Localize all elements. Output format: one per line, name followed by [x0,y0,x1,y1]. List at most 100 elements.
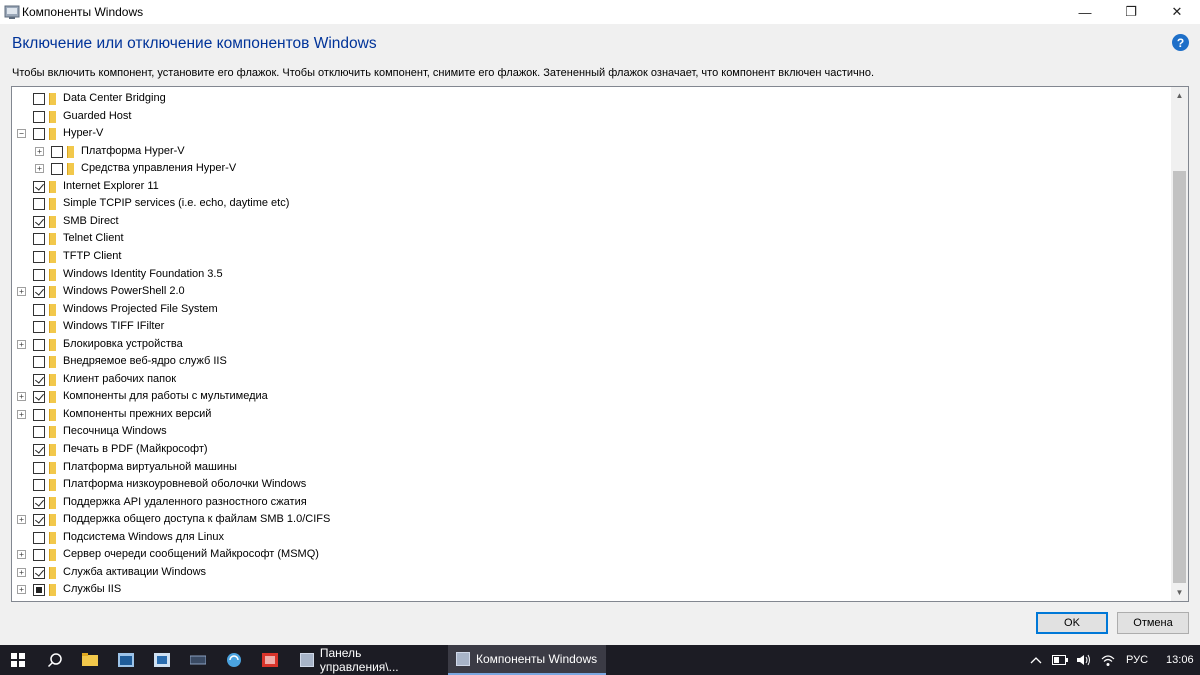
tree-row[interactable]: + Службы IIS [12,581,1172,599]
expand-plus-icon[interactable]: + [17,567,26,577]
tree-row[interactable]: + Компоненты прежних версий [12,406,1172,424]
feature-label[interactable]: Платформа виртуальной машины [63,461,237,473]
feature-label[interactable]: Поддержка общего доступа к файлам SMB 1.… [63,513,330,525]
feature-checkbox[interactable] [33,215,45,228]
tree-row[interactable]: Windows TIFF IFilter [12,318,1172,336]
feature-label[interactable]: Hyper-V [63,127,103,139]
feature-label[interactable]: Windows Projected File System [63,303,218,315]
feature-checkbox[interactable] [33,408,45,421]
feature-label[interactable]: Клиент рабочих папок [63,373,176,385]
pinned-app-5-taskbar-button[interactable] [254,645,286,675]
tree-row[interactable]: Guarded Host [12,108,1172,126]
feature-label[interactable]: Подсистема Windows для Linux [63,531,224,543]
feature-checkbox[interactable] [33,444,45,456]
feature-label[interactable]: Windows Identity Foundation 3.5 [63,268,223,280]
tree-row[interactable]: + Компоненты для работы с мультимедиа [12,388,1172,406]
tree-row[interactable]: TFTP Client [12,248,1172,266]
feature-label[interactable]: Службы IIS [63,583,121,595]
collapse-minus-icon[interactable]: − [17,129,26,139]
tree-row[interactable]: Платформа виртуальной машины [12,459,1172,477]
feature-label[interactable]: Служба активации Windows [63,566,206,578]
feature-label[interactable]: Компоненты прежних версий [63,408,211,420]
features-tree[interactable]: ▲ ▼ Data Center Bridging Guarded Host − Hyp… [11,86,1189,602]
feature-checkbox[interactable] [33,321,45,334]
feature-label[interactable]: Data Center Bridging [63,92,166,104]
feature-label[interactable]: Платформа низкоуровневой оболочки Window… [63,478,306,490]
feature-checkbox[interactable] [33,128,45,141]
cancel-button[interactable]: Отмена [1117,612,1189,634]
search-button[interactable] [38,645,72,675]
tree-row[interactable]: Windows Identity Foundation 3.5 [12,266,1172,284]
volume-icon[interactable] [1076,654,1092,666]
feature-checkbox[interactable] [33,461,45,474]
feature-checkbox[interactable] [33,180,45,193]
scroll-up-arrow-icon[interactable]: ▲ [1171,87,1188,104]
feature-label[interactable]: Блокировка устройства [63,338,183,350]
scroll-thumb[interactable] [1173,171,1186,583]
language-indicator[interactable]: РУС [1126,654,1148,666]
tree-row[interactable]: Печать в PDF (Майкрософт) [12,441,1172,459]
tree-row[interactable]: + Сервер очереди сообщений Майкрософт (MS… [12,546,1172,564]
tree-row[interactable]: + Служба активации Windows [12,564,1172,582]
feature-label[interactable]: Песочница Windows [63,425,167,437]
scroll-down-arrow-icon[interactable]: ▼ [1171,584,1188,601]
pinned-app-4-taskbar-button[interactable] [218,645,250,675]
feature-label[interactable]: Поддержка API удаленного разностного сжа… [63,496,307,508]
feature-checkbox[interactable] [51,145,63,158]
tree-row[interactable]: Windows Projected File System [12,301,1172,319]
feature-checkbox[interactable] [33,233,45,246]
tree-row[interactable]: Data Center Bridging [12,90,1172,108]
feature-checkbox[interactable] [33,391,45,404]
feature-checkbox[interactable] [33,303,45,316]
feature-checkbox[interactable] [33,531,45,544]
tree-row[interactable]: + Блокировка устройства [12,336,1172,354]
clock[interactable]: 13:06 [1166,654,1194,666]
help-icon[interactable]: ? [1172,34,1189,51]
ok-button[interactable]: OK [1036,612,1108,634]
pinned-app-2-taskbar-button[interactable] [146,645,178,675]
tree-row[interactable]: SMB Direct [12,213,1172,231]
taskbar-task-control-panel[interactable]: Панель управления\... [292,645,442,675]
expand-plus-icon[interactable]: + [17,515,26,525]
tree-row[interactable]: + Windows PowerShell 2.0 [12,283,1172,301]
file-explorer-taskbar-button[interactable] [74,645,106,675]
feature-label[interactable]: Печать в PDF (Майкрософт) [63,443,208,455]
feature-checkbox[interactable] [33,250,45,263]
feature-checkbox[interactable] [33,338,45,351]
expand-plus-icon[interactable]: + [17,287,26,297]
feature-label[interactable]: Внедряемое веб-ядро служб IIS [63,355,227,367]
vertical-scrollbar[interactable]: ▲ ▼ [1171,87,1188,601]
feature-checkbox[interactable] [33,584,45,597]
feature-checkbox[interactable] [33,479,45,492]
tree-row[interactable]: + Платформа Hyper-V [12,143,1172,161]
taskbar-task-windows-features[interactable]: Компоненты Windows [448,645,606,675]
feature-label[interactable]: Guarded Host [63,110,131,122]
feature-label[interactable]: Windows PowerShell 2.0 [63,285,185,297]
expand-plus-icon[interactable]: + [17,392,26,402]
expand-plus-icon[interactable]: + [17,339,26,349]
feature-label[interactable]: Telnet Client [63,232,124,244]
feature-checkbox[interactable] [33,496,45,509]
tree-row[interactable]: Клиент рабочих папок [12,371,1172,389]
feature-checkbox[interactable] [33,93,45,105]
tree-row[interactable]: Telnet Client [12,230,1172,248]
feature-checkbox[interactable] [33,198,45,211]
tree-row[interactable]: Платформа низкоуровневой оболочки Window… [12,476,1172,494]
feature-checkbox[interactable] [33,268,45,281]
feature-label[interactable]: Simple TCPIP services (i.e. echo, daytim… [63,197,289,209]
tree-row[interactable]: Внедряемое веб-ядро служб IIS [12,353,1172,371]
expand-plus-icon[interactable]: + [17,409,26,419]
tree-row[interactable]: Поддержка API удаленного разностного сжа… [12,494,1172,512]
tree-row[interactable]: − Hyper-V [12,125,1172,143]
expand-plus-icon[interactable]: + [17,585,26,595]
tree-row[interactable]: Песочница Windows [12,423,1172,441]
network-icon[interactable] [1100,653,1116,667]
feature-label[interactable]: Платформа Hyper-V [81,145,185,157]
feature-label[interactable]: Сервер очереди сообщений Майкрософт (MSM… [63,548,319,560]
feature-checkbox[interactable] [33,110,45,123]
tree-row[interactable]: Simple TCPIP services (i.e. echo, daytim… [12,195,1172,213]
minimize-button[interactable]: — [1062,0,1108,24]
feature-checkbox[interactable] [33,426,45,439]
expand-plus-icon[interactable]: + [35,164,44,174]
restore-button[interactable]: ❐ [1108,0,1154,24]
